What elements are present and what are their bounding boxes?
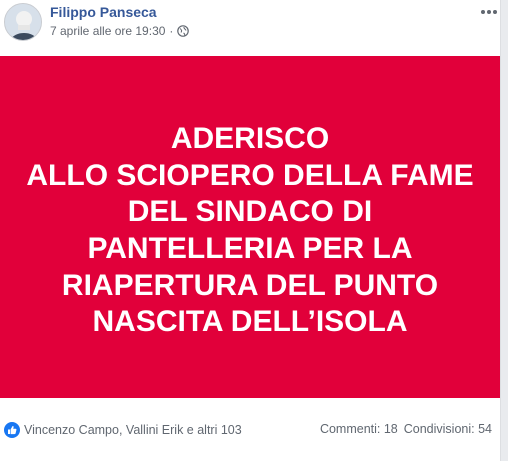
post-timestamp[interactable]: 7 aprile alle ore 19:30 bbox=[50, 24, 165, 38]
globe-icon[interactable] bbox=[177, 25, 190, 37]
shares-count[interactable]: Condivisioni: 54 bbox=[404, 422, 492, 436]
reactions-summary[interactable]: Vincenzo Campo, Vallini Erik e altri 103 bbox=[4, 422, 242, 438]
reactions-text[interactable]: Vincenzo Campo, Vallini Erik e altri 103 bbox=[24, 423, 242, 437]
post-text-line: RIAPERTURA DEL PUNTO bbox=[61, 268, 439, 302]
post-image-text: ADERISCO ALLO SCIOPERO DELLA FAME DEL SI… bbox=[26, 113, 473, 341]
more-options-icon[interactable] bbox=[478, 4, 500, 20]
comments-count[interactable]: Commenti: 18 bbox=[320, 422, 398, 436]
post-text-line: PANTELLERIA PER LA bbox=[87, 232, 413, 265]
avatar[interactable] bbox=[4, 3, 42, 41]
post-meta: 7 aprile alle ore 19:30 · bbox=[50, 24, 190, 38]
post-header: Filippo Panseca 7 aprile alle ore 19:30 … bbox=[0, 0, 500, 56]
post-text-line: DEL SINDACO DI bbox=[127, 195, 373, 229]
post-text-line: ALLO SCIOPERO DELLA FAME bbox=[26, 158, 474, 192]
avatar-image bbox=[5, 4, 41, 40]
post-text-line: ADERISCO bbox=[170, 122, 330, 156]
post-image[interactable]: ADERISCO ALLO SCIOPERO DELLA FAME DEL SI… bbox=[0, 56, 500, 398]
meta-separator: · bbox=[169, 24, 174, 38]
engagement-counts: Commenti: 18 Condivisioni: 54 bbox=[320, 422, 492, 436]
post-footer: Vincenzo Campo, Vallini Erik e altri 103… bbox=[0, 398, 500, 461]
post-card: Filippo Panseca 7 aprile alle ore 19:30 … bbox=[0, 0, 501, 461]
like-icon bbox=[4, 422, 20, 438]
post-author[interactable]: Filippo Panseca bbox=[50, 4, 157, 20]
post-text-line: NASCITA DELL’ISOLA bbox=[92, 305, 408, 339]
